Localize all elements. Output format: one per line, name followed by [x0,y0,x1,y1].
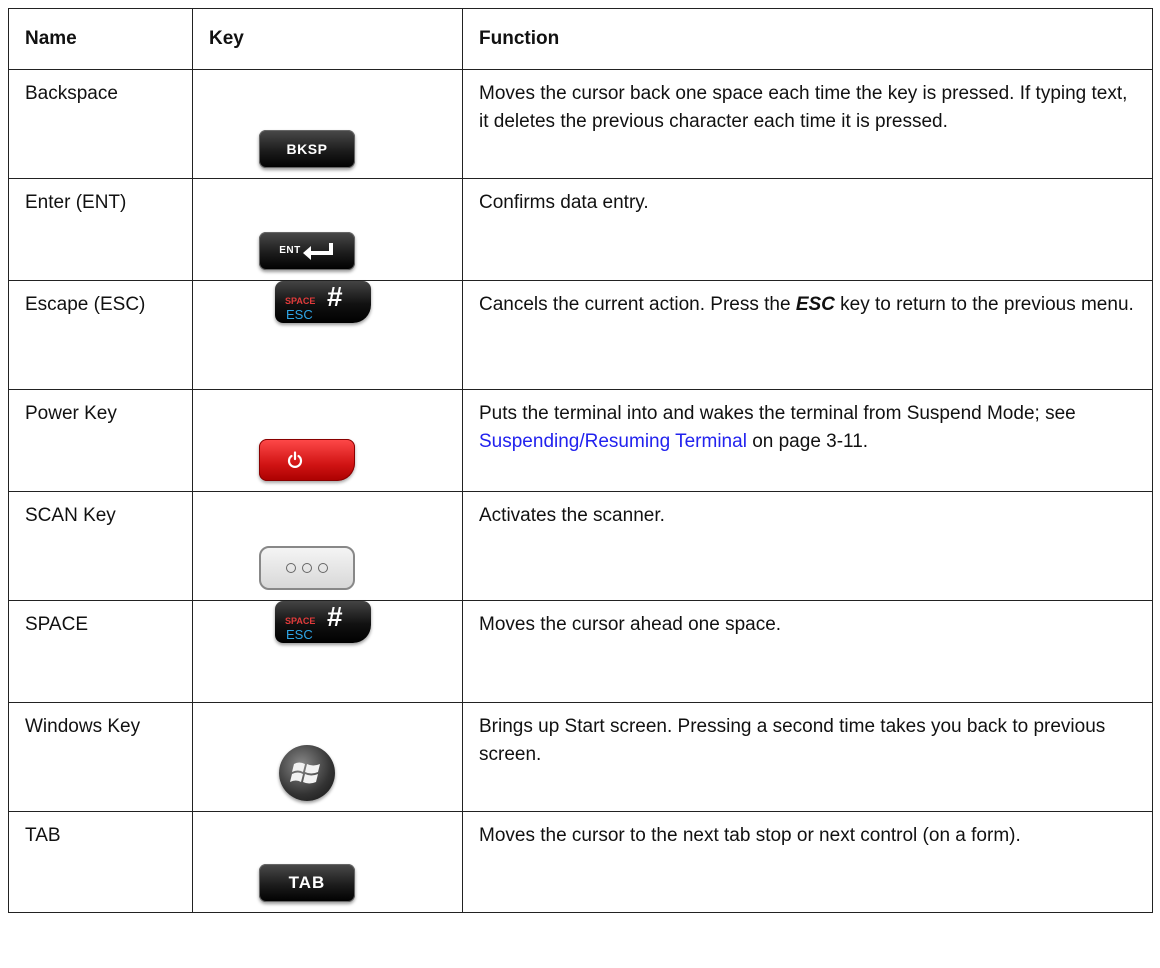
scan-dot-icon [286,563,296,573]
table-row: Windows Key Brings up Start screen. Pres… [8,702,1153,812]
table-row: Escape (ESC) SPACE ESC # Cancels the cur… [8,280,1153,390]
function-text: on page 3-11. [746,431,869,452]
key-function: Moves the cursor to the next tab stop or… [462,811,1153,913]
column-header-key: Key [192,8,463,70]
column-header-name: Name [8,8,193,70]
table-header-row: Name Key Function [8,8,1153,70]
key-name: Power Key [8,389,193,492]
table-row: Enter (ENT) ENT Confirms data entry. [8,178,1153,281]
function-text: key to return to the previous menu. [834,294,1134,315]
function-text: Cancels the current action. Press the [479,294,796,315]
key-image-cell: SPACE ESC # [192,600,463,703]
key-image-cell [192,491,463,601]
key-function: Confirms data entry. [462,178,1153,281]
power-key-icon [259,439,355,481]
key-name: Backspace [8,69,193,179]
esc-label: ESC [286,627,313,642]
space-esc-key-icon: SPACE ESC # [275,601,371,643]
key-image-cell: ENT [192,178,463,281]
table-row: SCAN Key Activates the scanner. [8,491,1153,601]
hash-label: # [327,601,343,632]
keypad-keys-table: Name Key Function Backspace BKSP Moves t… [8,8,1153,913]
scan-dot-icon [302,563,312,573]
table-row: SPACE SPACE ESC # Moves the cursor ahead… [8,600,1153,703]
key-function: Moves the cursor ahead one space. [462,600,1153,703]
key-image-cell: BKSP [192,69,463,179]
esc-label: ESC [286,307,313,322]
function-text: Puts the terminal into and wakes the ter… [479,403,1076,424]
suspending-resuming-link[interactable]: Suspending/Resuming Terminal [479,431,747,452]
key-name: SCAN Key [8,491,193,601]
key-function: Brings up Start screen. Pressing a secon… [462,702,1153,812]
windows-key-icon [279,745,335,801]
key-name: SPACE [8,600,193,703]
scan-dot-icon [318,563,328,573]
table-row: Power Key Puts the terminal into and wak… [8,389,1153,492]
key-function: Activates the scanner. [462,491,1153,601]
tab-key-icon: TAB [259,864,355,902]
key-function: Cancels the current action. Press the ES… [462,280,1153,390]
scan-key-icon [259,546,355,590]
enter-arrow-icon [302,243,333,260]
key-image-cell [192,389,463,492]
table-row: Backspace BKSP Moves the cursor back one… [8,69,1153,179]
esc-emphasis: ESC [795,294,835,315]
key-name: Escape (ESC) [8,280,193,390]
key-function: Puts the terminal into and wakes the ter… [462,389,1153,492]
key-image-cell: TAB [192,811,463,913]
key-image-cell: SPACE ESC # [192,280,463,390]
power-symbol-icon [287,451,303,468]
enter-key-icon: ENT [259,232,355,270]
column-header-function: Function [462,8,1153,70]
key-image-cell [192,702,463,812]
key-name: Enter (ENT) [8,178,193,281]
key-function: Moves the cursor back one space each tim… [462,69,1153,179]
key-name: TAB [8,811,193,913]
enter-key-label: ENT [279,245,301,256]
table-row: TAB TAB Moves the cursor to the next tab… [8,811,1153,913]
hash-label: # [327,281,343,312]
bksp-key-icon: BKSP [259,130,355,168]
key-name: Windows Key [8,702,193,812]
windows-logo-icon [290,762,320,784]
space-esc-key-icon: SPACE ESC # [275,281,371,323]
